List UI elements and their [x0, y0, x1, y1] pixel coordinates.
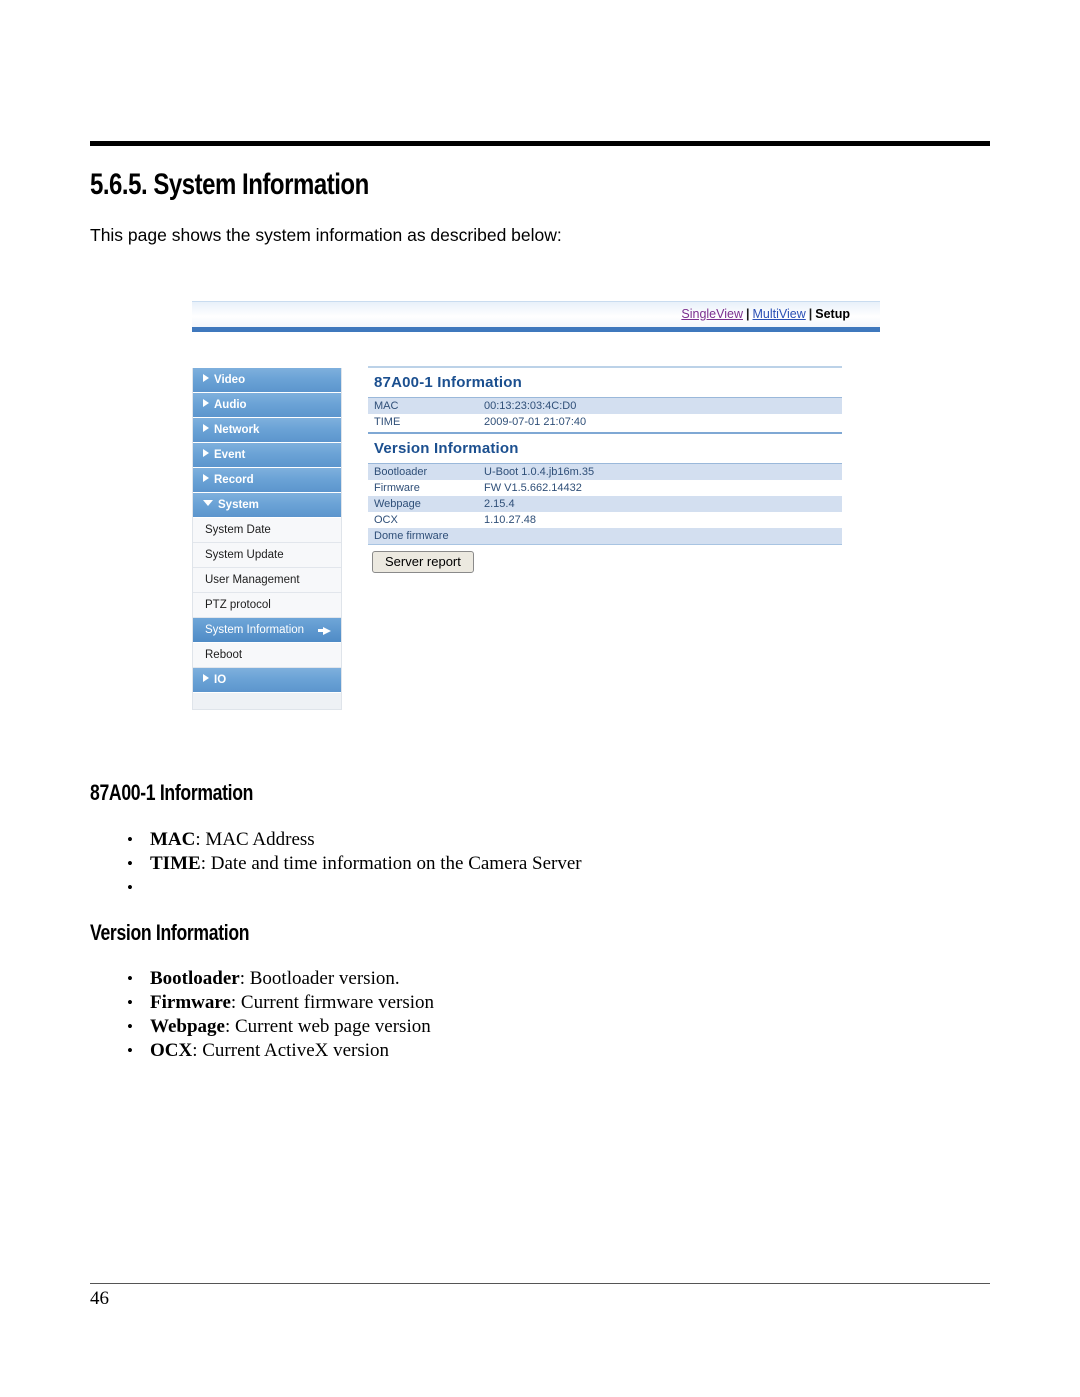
- sidebar-item-label: Video: [214, 374, 246, 386]
- sidebar-item-system-update[interactable]: System Update: [193, 543, 341, 568]
- app-topbar: SingleView | MultiView | Setup: [192, 301, 880, 328]
- document-page: 5.6.5. System Information This page show…: [0, 0, 1080, 1397]
- list-item: Firmware: Current firmware version: [90, 991, 434, 1015]
- sidebar-item-system-date[interactable]: System Date: [193, 518, 341, 543]
- triangle-right-icon: [203, 424, 209, 432]
- sidebar-item-network[interactable]: Network: [193, 418, 341, 443]
- list-item: OCX: Current ActiveX version: [90, 1039, 434, 1063]
- bullet-desc: : Current ActiveX version: [192, 1040, 390, 1061]
- sidebar-item-label: User Management: [205, 574, 300, 586]
- bullet-term: OCX: [150, 1040, 193, 1061]
- list-item: MAC: MAC Address: [90, 828, 582, 852]
- table-row: Firmware FW V1.5.662.14432: [368, 480, 842, 496]
- triangle-down-icon: [203, 500, 213, 506]
- sidebar-item-reboot[interactable]: Reboot: [193, 643, 341, 668]
- sidebar-item-system[interactable]: System: [193, 493, 341, 518]
- version-bullet-list: Bootloader: Bootloader version. Firmware…: [90, 967, 434, 1063]
- sidebar-item-label: System Date: [205, 524, 271, 536]
- row-key: Webpage: [374, 498, 421, 510]
- sidebar-item-label: Network: [214, 424, 260, 436]
- nav-link-multiview[interactable]: MultiView: [753, 307, 806, 321]
- page-number: 46: [90, 1288, 109, 1309]
- sidebar-item-label: System Update: [205, 549, 284, 561]
- sidebar-item-io[interactable]: IO: [193, 668, 341, 693]
- sidebar-item-label: IO: [214, 674, 227, 686]
- sidebar-item-label: Audio: [214, 399, 247, 411]
- row-key: Bootloader: [374, 466, 428, 478]
- intro-paragraph: This page shows the system information a…: [90, 225, 562, 245]
- nav-link-singleview[interactable]: SingleView: [681, 307, 743, 321]
- header-rule: [90, 141, 990, 146]
- table-bottom-rule: [368, 544, 842, 545]
- bullet-term: TIME: [150, 853, 201, 874]
- arrow-right-icon: [323, 627, 331, 635]
- sidebar-item-event[interactable]: Event: [193, 443, 341, 468]
- bullet-desc: : Date and time information on the Camer…: [200, 853, 582, 874]
- info-bullet-list: MAC: MAC Address TIME: Date and time inf…: [90, 828, 582, 900]
- content-panel: 87A00-1 Information MAC 00:13:23:03:4C:D…: [368, 366, 842, 573]
- row-key: Dome firmware: [374, 530, 449, 542]
- bullet-term: MAC: [150, 829, 196, 850]
- row-value: 1.10.27.48: [484, 514, 536, 526]
- table-row: Dome firmware: [368, 528, 842, 544]
- info-section-heading: 87A00-1 Information: [90, 780, 254, 805]
- device-info-title: 87A00-1 Information: [368, 366, 842, 397]
- sidebar-item-record[interactable]: Record: [193, 468, 341, 493]
- sidebar-item-label: System: [218, 499, 259, 511]
- version-info-title: Version Information: [368, 432, 842, 463]
- row-key: MAC: [374, 400, 399, 412]
- table-row: MAC 00:13:23:03:4C:D0: [368, 398, 842, 414]
- row-value: 2009-07-01 21:07:40: [484, 416, 587, 428]
- version-info-table: Bootloader U-Boot 1.0.4.jb16m.35 Firmwar…: [368, 463, 842, 544]
- table-row: TIME 2009-07-01 21:07:40: [368, 414, 842, 430]
- sidebar-item-user-management[interactable]: User Management: [193, 568, 341, 593]
- topbar-accent-rule: [192, 327, 880, 332]
- sidebar-item-label: Event: [214, 449, 246, 461]
- bullet-term: Firmware: [150, 992, 231, 1013]
- table-row: Webpage 2.15.4: [368, 496, 842, 512]
- triangle-right-icon: [203, 399, 209, 407]
- bullet-term: Webpage: [150, 1016, 225, 1037]
- footer-rule: [90, 1283, 990, 1284]
- sidebar-item-label: System Information: [205, 624, 305, 636]
- row-value: 2.15.4: [484, 498, 515, 510]
- sidebar: Video Audio Network Event Record System …: [192, 368, 342, 710]
- page-title: 5.6.5. System Information: [90, 168, 369, 201]
- row-key: TIME: [374, 416, 401, 428]
- sidebar-item-video[interactable]: Video: [193, 368, 341, 393]
- version-section-heading: Version Information: [90, 920, 250, 945]
- triangle-right-icon: [203, 374, 209, 382]
- row-value: 00:13:23:03:4C:D0: [484, 400, 577, 412]
- table-row: Bootloader U-Boot 1.0.4.jb16m.35: [368, 464, 842, 480]
- bullet-desc: : Current web page version: [224, 1016, 431, 1037]
- sidebar-item-label: Record: [214, 474, 254, 486]
- list-item: Webpage: Current web page version: [90, 1015, 434, 1039]
- sidebar-item-label: PTZ protocol: [205, 599, 271, 611]
- device-info-table: MAC 00:13:23:03:4C:D0 TIME 2009-07-01 21…: [368, 397, 842, 430]
- nav-separator-2: |: [808, 307, 813, 321]
- server-report-button[interactable]: Server report: [372, 551, 474, 573]
- bullet-term: Bootloader: [150, 968, 240, 989]
- triangle-right-icon: [203, 474, 209, 482]
- sidebar-item-label: Reboot: [205, 649, 243, 661]
- row-value: U-Boot 1.0.4.jb16m.35: [484, 466, 595, 478]
- triangle-right-icon: [203, 674, 209, 682]
- table-row: OCX 1.10.27.48: [368, 512, 842, 528]
- nav-link-setup[interactable]: Setup: [815, 307, 850, 321]
- bullet-desc: : Bootloader version.: [239, 968, 400, 989]
- top-nav: SingleView | MultiView | Setup: [681, 306, 850, 322]
- bullet-desc: : MAC Address: [195, 829, 315, 850]
- list-item: TIME: Date and time information on the C…: [90, 852, 582, 876]
- row-key: Firmware: [374, 482, 420, 494]
- row-value: FW V1.5.662.14432: [484, 482, 582, 494]
- sidebar-item-ptz-protocol[interactable]: PTZ protocol: [193, 593, 341, 618]
- sidebar-item-system-information[interactable]: System Information: [193, 618, 341, 643]
- nav-separator-1: |: [746, 307, 750, 321]
- bullet-desc: : Current firmware version: [230, 992, 435, 1013]
- sidebar-item-audio[interactable]: Audio: [193, 393, 341, 418]
- embedded-screenshot: SingleView | MultiView | Setup Video Audio N…: [192, 301, 880, 713]
- triangle-right-icon: [203, 449, 209, 457]
- list-item: Bootloader: Bootloader version.: [90, 967, 434, 991]
- row-key: OCX: [374, 514, 398, 526]
